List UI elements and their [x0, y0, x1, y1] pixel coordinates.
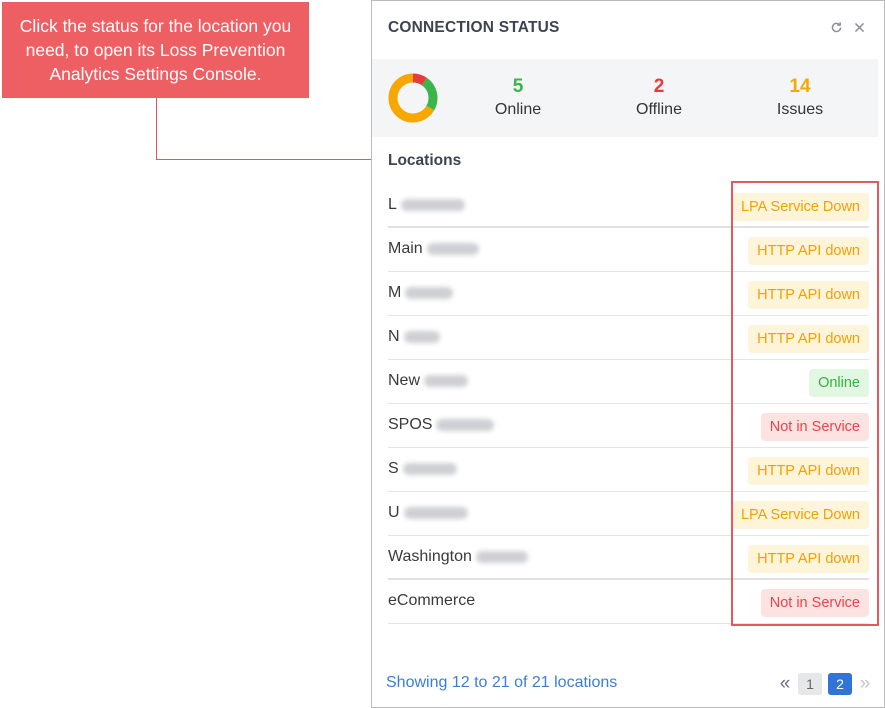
online-count: 5 — [512, 76, 524, 97]
status-column-highlight — [731, 181, 879, 626]
online-label: Online — [494, 101, 542, 118]
pagination-summary: Showing 12 to 21 of 21 locations — [386, 674, 618, 691]
location-name: New — [388, 372, 469, 390]
offline-label: Offline — [636, 101, 682, 118]
location-name: N — [388, 328, 440, 346]
panel-header: CONNECTION STATUS — [388, 19, 868, 41]
refresh-icon[interactable] — [830, 21, 843, 34]
offline-stat[interactable]: 2 Offline — [609, 76, 709, 122]
offline-count: 2 — [653, 76, 665, 97]
location-name: M — [388, 284, 454, 302]
location-name: S — [388, 460, 457, 478]
status-donut-chart — [388, 73, 438, 123]
page-button-1[interactable]: 1 — [798, 673, 822, 695]
location-name: eCommerce — [388, 592, 476, 609]
location-name: SPOS — [388, 416, 495, 434]
callout-connector — [156, 98, 157, 160]
location-name: Washington — [388, 548, 528, 566]
panel-title: CONNECTION STATUS — [388, 19, 560, 36]
issues-stat[interactable]: 14 Issues — [750, 76, 850, 122]
callout-connector-horizontal — [156, 159, 372, 160]
online-stat[interactable]: 5 Online — [468, 76, 568, 122]
connection-status-panel: CONNECTION STATUS 5 Online 2 Offline 14 … — [371, 0, 885, 708]
close-icon[interactable] — [853, 21, 866, 34]
issues-count: 14 — [789, 76, 811, 97]
instruction-callout: Click the status for the location you ne… — [2, 2, 309, 98]
location-name: Main — [388, 240, 479, 258]
location-name: L — [388, 196, 465, 214]
last-page-icon[interactable]: » — [858, 673, 872, 695]
pagination: « 1 2 » — [778, 673, 872, 695]
callout-text: Click the status for the location you ne… — [19, 16, 292, 84]
location-name: U — [388, 504, 468, 522]
issues-label: Issues — [776, 101, 824, 118]
page-button-2[interactable]: 2 — [828, 673, 852, 695]
status-summary: 5 Online 2 Offline 14 Issues — [372, 59, 878, 137]
first-page-icon[interactable]: « — [778, 673, 792, 695]
locations-heading: Locations — [388, 152, 462, 169]
